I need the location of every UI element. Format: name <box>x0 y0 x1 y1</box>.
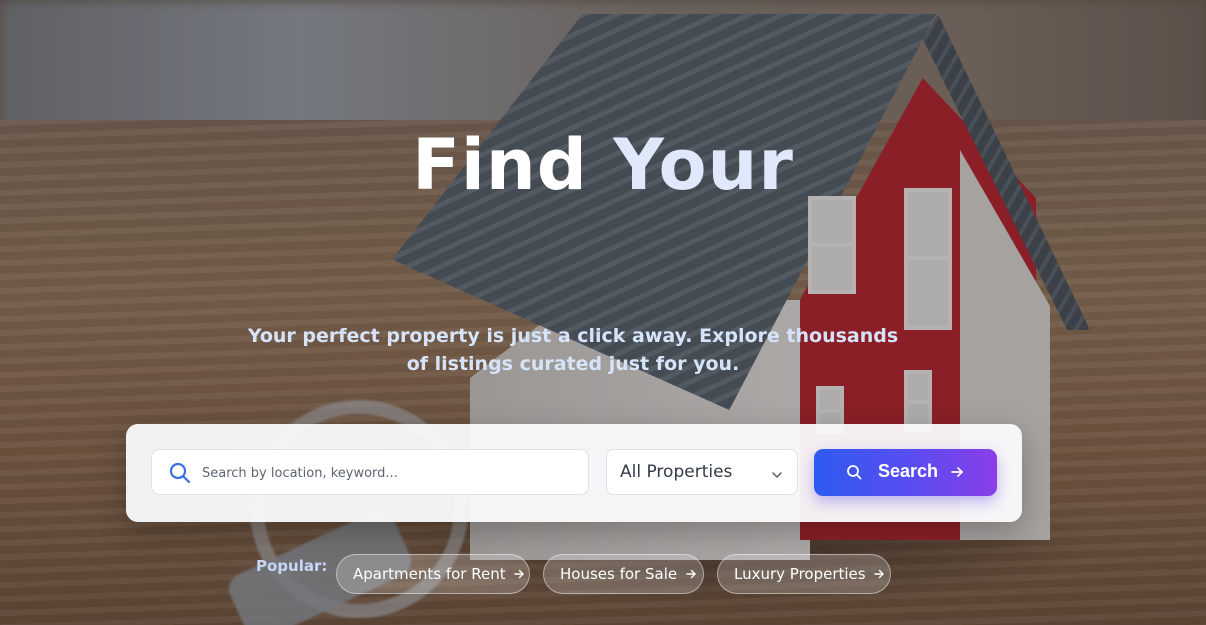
hero-title-main: Find <box>412 124 588 206</box>
popular-chip-apartments-for-rent[interactable]: Apartments for Rent <box>336 554 530 594</box>
search-icon <box>168 461 192 485</box>
search-icon <box>846 464 862 480</box>
hero-subtitle: Your perfect property is just a click aw… <box>247 325 899 375</box>
arrow-right-icon <box>950 465 964 479</box>
hero-title: Find Your <box>0 124 1206 206</box>
property-type-value: All Properties <box>620 462 733 482</box>
popular-chip-houses-for-sale[interactable]: Houses for Sale <box>543 554 704 594</box>
chip-label: Houses for Sale <box>560 565 678 583</box>
search-button[interactable]: Search <box>814 449 997 496</box>
arrow-right-icon <box>874 555 885 579</box>
hero-title-accent: Your <box>613 124 794 206</box>
arrow-right-icon <box>514 555 525 579</box>
search-field[interactable] <box>151 449 589 496</box>
search-button-label: Search <box>878 461 939 481</box>
chip-label: Apartments for Rent <box>353 565 506 583</box>
arrow-right-icon <box>686 555 696 579</box>
search-input[interactable] <box>200 450 584 496</box>
hero-background <box>0 0 1206 625</box>
chevron-down-icon <box>771 466 783 478</box>
popular-label: Popular: <box>256 557 328 575</box>
search-card: All Properties Search <box>126 424 1022 522</box>
hero-overlay <box>0 0 1206 625</box>
popular-chip-luxury-properties[interactable]: Luxury Properties <box>717 554 891 594</box>
property-type-select[interactable]: All Properties <box>606 449 798 495</box>
chip-label: Luxury Properties <box>734 565 866 583</box>
